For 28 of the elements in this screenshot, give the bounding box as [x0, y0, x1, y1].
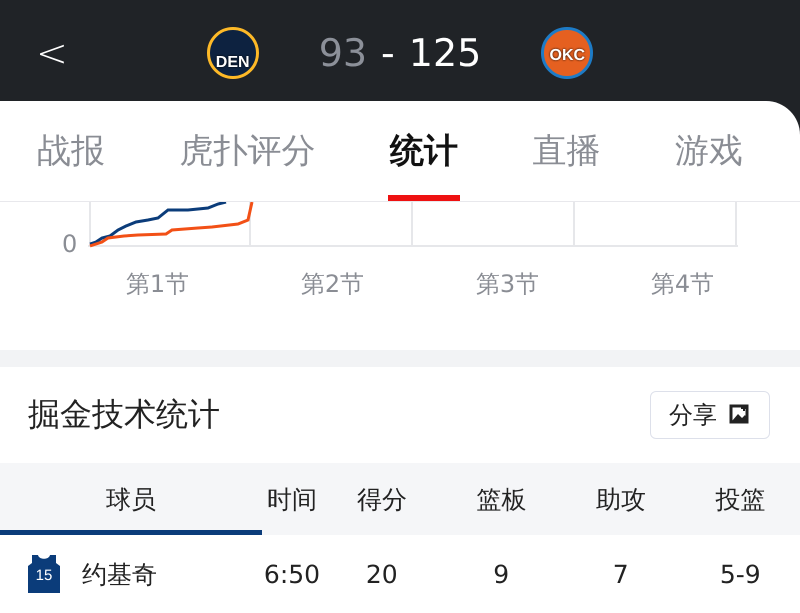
table-cell: 7: [612, 560, 629, 588]
section-title: 掘金技术统计: [28, 394, 220, 435]
axis-label: 第4节: [650, 269, 714, 300]
table-cell: 6:50: [264, 560, 320, 588]
share-button[interactable]: 分享: [650, 391, 770, 439]
back-button[interactable]: <: [30, 34, 74, 72]
axis-label: 第3节: [476, 269, 540, 300]
axis-label: 第2节: [300, 269, 364, 300]
image-icon: [729, 404, 751, 426]
player-name: 约基奇: [82, 558, 157, 590]
column-header[interactable]: 篮板: [476, 482, 526, 516]
score-separator: -: [381, 30, 395, 74]
team-logo: DEN: [206, 26, 259, 78]
column-header[interactable]: 时间: [267, 482, 317, 516]
axis-label: 第1节: [126, 269, 190, 300]
axis-label: 0: [62, 230, 78, 258]
table-cell: 20: [366, 560, 398, 588]
column-header[interactable]: 投篮: [715, 482, 766, 516]
table-cell: 9: [493, 560, 510, 588]
column-header[interactable]: 助攻: [596, 482, 646, 516]
team-logo: OKC: [541, 26, 594, 78]
away-score: 125: [408, 30, 482, 74]
tab[interactable]: 统计: [388, 107, 460, 201]
jersey-icon: 15: [28, 555, 60, 593]
column-header[interactable]: 球员: [106, 482, 156, 516]
column-header[interactable]: 得分: [356, 482, 407, 516]
home-score: 93: [318, 30, 368, 74]
table-cell: 5-9: [720, 560, 761, 588]
